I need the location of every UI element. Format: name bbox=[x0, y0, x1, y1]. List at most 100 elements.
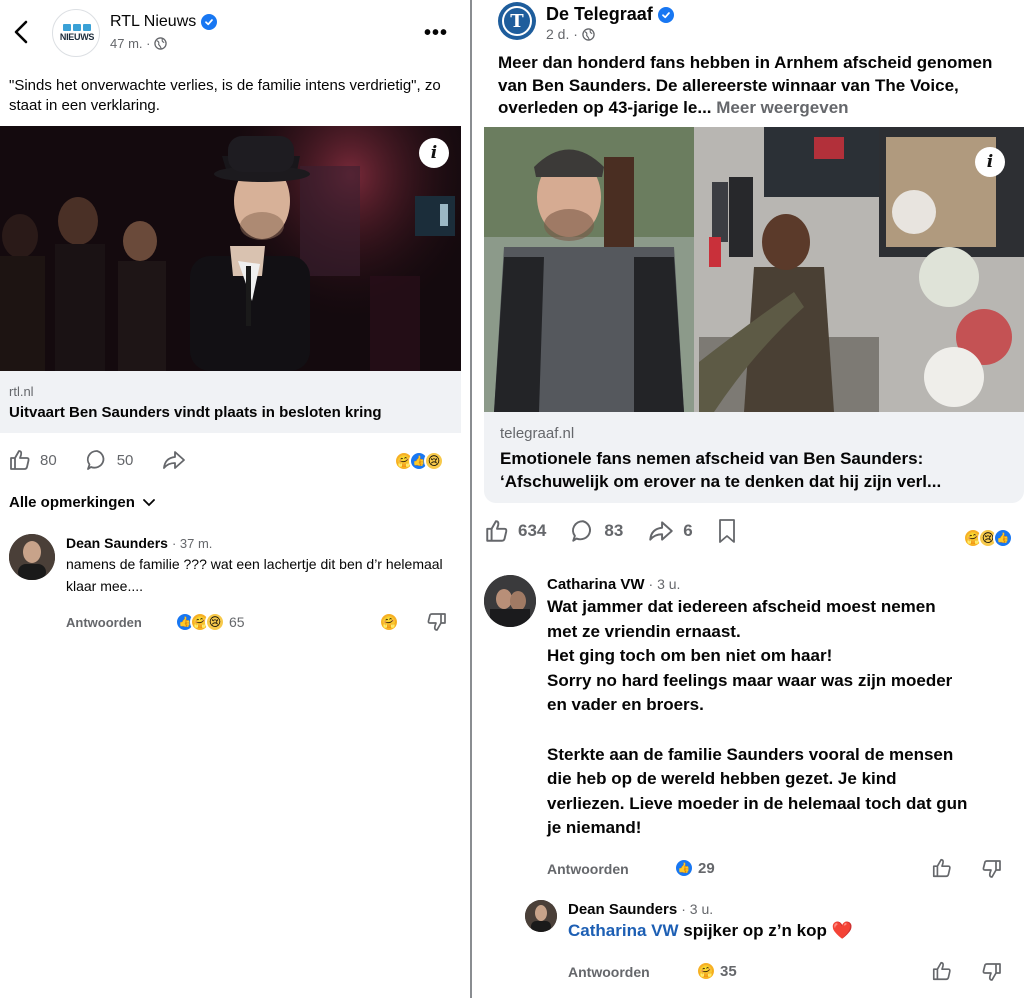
share-count: 6 bbox=[683, 521, 693, 540]
like-icon bbox=[10, 450, 30, 470]
comment-line: en vader en broers. bbox=[547, 695, 704, 715]
like-comment-icon[interactable] bbox=[931, 960, 953, 982]
comment-reaction-count: 65 bbox=[229, 614, 245, 630]
post-time[interactable]: 2 d. · bbox=[546, 26, 578, 42]
react-button[interactable]: 🤗 bbox=[379, 612, 399, 632]
sad-reaction-icon: 😢 bbox=[205, 612, 225, 632]
link-preview[interactable]: rtl.nl Uitvaart Ben Saunders vindt plaat… bbox=[0, 371, 461, 433]
post-photo[interactable]: i bbox=[0, 126, 461, 371]
post-text: "Sinds het onverwachte verlies, is de fa… bbox=[9, 77, 441, 114]
reply-button[interactable]: Antwoorden bbox=[568, 964, 650, 980]
link-domain: telegraaf.nl bbox=[500, 425, 575, 442]
care-reaction-icon: 🤗 bbox=[379, 612, 399, 632]
info-icon[interactable]: i bbox=[975, 147, 1005, 177]
more-options-icon[interactable]: ••• bbox=[424, 23, 448, 43]
commenter-avatar[interactable] bbox=[9, 534, 55, 580]
comment-line: je niemand! bbox=[547, 818, 642, 838]
comment-line: Wat jammer dat iedereen afscheid moest n… bbox=[547, 597, 936, 616]
chevron-down-icon bbox=[142, 498, 155, 506]
link-domain: rtl.nl bbox=[9, 384, 34, 399]
comment-button[interactable]: 83 bbox=[570, 518, 623, 544]
comment-count: 50 bbox=[116, 451, 134, 469]
link-title[interactable]: Uitvaart Ben Saunders vindt plaats in be… bbox=[9, 404, 382, 421]
share-button[interactable]: 6 bbox=[647, 518, 693, 544]
reply-author-avatar[interactable] bbox=[525, 900, 557, 932]
info-icon[interactable]: i bbox=[419, 138, 449, 168]
comment-text: Wat jammer dat iedereen afscheid moest n… bbox=[547, 595, 1017, 841]
reaction-summary[interactable]: 🤗 👍 😢 bbox=[394, 451, 444, 471]
comment-line: Sorry no hard feelings maar waar was zij… bbox=[547, 670, 953, 690]
rtl-post-panel: NIEUWS RTL Nieuws 47 m. · ••• "Sinds het… bbox=[0, 0, 461, 998]
post-time[interactable]: 47 m. · bbox=[110, 36, 150, 51]
reply-reactions[interactable]: 🤗 35 bbox=[696, 961, 737, 981]
globe-icon bbox=[154, 37, 168, 50]
comment-author: Dean Saunders · 37 m. bbox=[66, 535, 213, 551]
post-meta: 47 m. · bbox=[110, 36, 168, 51]
comment-icon bbox=[86, 450, 105, 470]
rtl-nieuws-avatar[interactable]: NIEUWS bbox=[52, 9, 100, 57]
commenter-avatar[interactable] bbox=[484, 575, 536, 627]
comment-icon bbox=[572, 520, 592, 542]
comment-button[interactable]: 50 bbox=[85, 448, 134, 472]
like-icon bbox=[486, 520, 508, 542]
post-text: Meer dan honderd fans hebben in Arnhem a… bbox=[498, 53, 993, 117]
dislike-icon[interactable] bbox=[982, 858, 1002, 880]
de-telegraaf-avatar[interactable]: T bbox=[498, 2, 536, 40]
reply-button[interactable]: Antwoorden bbox=[66, 615, 142, 630]
post-card: T De Telegraaf 2 d. · Meer dan honderd f… bbox=[484, 0, 1024, 503]
share-icon bbox=[649, 521, 674, 541]
comment-reactions[interactable]: 👍 🤗 😢 65 bbox=[175, 612, 245, 632]
like-reaction-icon: 👍 bbox=[993, 528, 1013, 548]
comment-line: die heb op de wereld hebben gezet. Je ki… bbox=[547, 769, 897, 789]
concert-photo bbox=[0, 126, 461, 371]
like-button[interactable]: 634 bbox=[484, 518, 546, 544]
verified-badge-icon bbox=[657, 6, 674, 23]
post-photo[interactable]: i bbox=[484, 127, 1024, 412]
comment-line: met ze vriendin ernaast. bbox=[547, 621, 741, 641]
post-actions: 634 83 6 bbox=[484, 518, 737, 544]
like-button[interactable]: 80 bbox=[8, 448, 57, 472]
bookmark-icon[interactable] bbox=[717, 518, 737, 544]
share-icon bbox=[163, 451, 186, 469]
sad-reaction-icon: 😢 bbox=[424, 451, 444, 471]
reply-author: Dean Saunders · 3 u. bbox=[568, 901, 714, 918]
comments-filter[interactable]: Alle opmerkingen bbox=[9, 494, 155, 511]
reply-text: Catharina VW spijker op z’n kop ❤️ bbox=[568, 921, 853, 940]
page-name[interactable]: De Telegraaf bbox=[546, 4, 674, 25]
telegraaf-post-panel: T De Telegraaf 2 d. · Meer dan honderd f… bbox=[474, 0, 1024, 998]
link-title[interactable]: Emotionele fans nemen afscheid van Ben S… bbox=[500, 447, 1010, 493]
rtl-logo: NIEUWS bbox=[59, 24, 95, 44]
memorial-photo bbox=[484, 127, 1024, 412]
comment-line: verliezen. Lieve moeder in de helemaal t… bbox=[547, 793, 968, 813]
comment-line: Sterkte aan de familie Saunders vooral d… bbox=[547, 744, 954, 764]
care-reaction-icon: 🤗 bbox=[696, 961, 716, 981]
reaction-summary[interactable]: 🤗 😢 👍 bbox=[963, 528, 1013, 548]
comment-text: namens de familie ??? wat een lachertje … bbox=[66, 556, 443, 594]
dislike-icon[interactable] bbox=[427, 611, 447, 633]
back-arrow-icon[interactable] bbox=[10, 18, 34, 46]
comment-line bbox=[547, 718, 1017, 743]
page-name[interactable]: RTL Nieuws bbox=[110, 13, 218, 31]
reply-reaction-count: 35 bbox=[720, 962, 737, 980]
post-actions: 80 50 bbox=[8, 448, 187, 472]
share-button[interactable] bbox=[161, 448, 187, 472]
verified-badge-icon bbox=[201, 14, 218, 30]
heart-icon: ❤️ bbox=[831, 921, 853, 940]
mention-link[interactable]: Catharina VW bbox=[568, 921, 679, 940]
like-count: 80 bbox=[40, 451, 57, 469]
comment-author: Catharina VW · 3 u. bbox=[547, 576, 681, 593]
comment-reactions[interactable]: 👍 29 bbox=[674, 858, 715, 878]
post-header: T De Telegraaf 2 d. · Meer dan honderd f… bbox=[484, 0, 1024, 127]
like-count: 634 bbox=[518, 521, 547, 540]
post-meta: 2 d. · bbox=[546, 26, 595, 42]
dislike-icon[interactable] bbox=[982, 961, 1002, 983]
panel-divider bbox=[470, 0, 472, 998]
like-comment-icon[interactable] bbox=[931, 857, 953, 879]
globe-icon bbox=[582, 27, 595, 41]
comment-line: Het ging toch om ben niet om haar! bbox=[547, 646, 833, 666]
reply-button[interactable]: Antwoorden bbox=[547, 861, 629, 877]
like-reaction-icon: 👍 bbox=[674, 858, 694, 878]
comment-reaction-count: 29 bbox=[698, 859, 715, 877]
comment-count: 83 bbox=[604, 521, 624, 540]
see-more-link[interactable]: Meer weergeven bbox=[716, 98, 848, 117]
